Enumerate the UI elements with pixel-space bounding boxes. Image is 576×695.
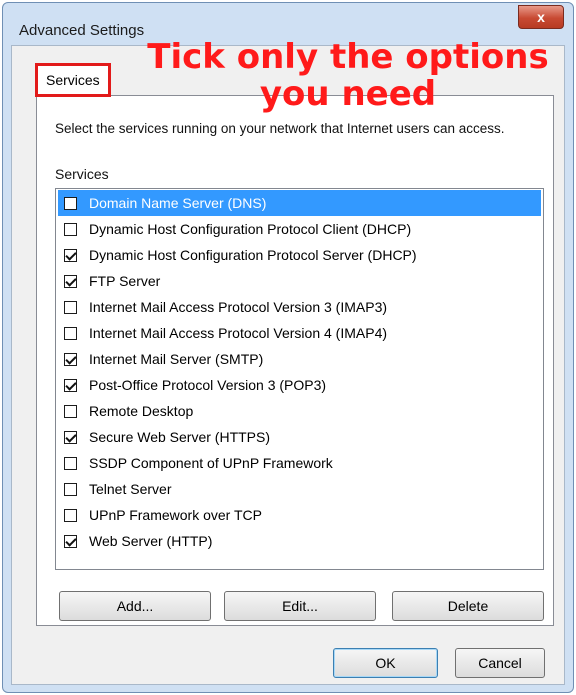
service-label: Internet Mail Server (SMTP)	[89, 351, 264, 367]
title-bar[interactable]: Advanced Settings x	[3, 3, 573, 43]
service-row[interactable]: Remote Desktop	[58, 398, 541, 424]
checked-checkbox[interactable]	[64, 352, 77, 366]
service-row[interactable]: Internet Mail Server (SMTP)	[58, 346, 541, 372]
service-row[interactable]: FTP Server	[58, 268, 541, 294]
service-label: Web Server (HTTP)	[89, 533, 213, 549]
service-label: Secure Web Server (HTTPS)	[89, 429, 271, 445]
close-button[interactable]: x	[518, 5, 564, 29]
service-row[interactable]: UPnP Framework over TCP	[58, 502, 541, 528]
service-row[interactable]: Telnet Server	[58, 476, 541, 502]
checked-checkbox[interactable]	[64, 274, 77, 288]
unchecked-checkbox[interactable]	[64, 300, 77, 314]
service-label: Internet Mail Access Protocol Version 4 …	[89, 325, 388, 341]
service-label: FTP Server	[89, 273, 161, 289]
service-row[interactable]: Secure Web Server (HTTPS)	[58, 424, 541, 450]
checked-checkbox[interactable]	[64, 378, 77, 392]
service-label: Domain Name Server (DNS)	[89, 195, 267, 211]
tab-services[interactable]: Services	[35, 63, 111, 97]
service-label: Dynamic Host Configuration Protocol Serv…	[89, 247, 417, 263]
service-row[interactable]: Internet Mail Access Protocol Version 3 …	[58, 294, 541, 320]
service-label: SSDP Component of UPnP Framework	[89, 455, 333, 471]
service-label: Remote Desktop	[89, 403, 194, 419]
service-row[interactable]: Internet Mail Access Protocol Version 4 …	[58, 320, 541, 346]
service-label: Telnet Server	[89, 481, 172, 497]
checked-checkbox[interactable]	[64, 430, 77, 444]
dialog-title: Advanced Settings	[19, 22, 145, 39]
service-label: Dynamic Host Configuration Protocol Clie…	[89, 221, 412, 237]
unchecked-checkbox[interactable]	[64, 222, 77, 236]
close-icon: x	[537, 9, 545, 25]
unchecked-checkbox[interactable]	[64, 482, 77, 496]
service-row[interactable]: Web Server (HTTP)	[58, 528, 541, 554]
unchecked-checkbox[interactable]	[64, 508, 77, 522]
cancel-button[interactable]: Cancel	[455, 648, 545, 678]
service-row[interactable]: Dynamic Host Configuration Protocol Serv…	[58, 242, 541, 268]
unchecked-checkbox[interactable]	[64, 326, 77, 340]
unchecked-checkbox[interactable]	[64, 456, 77, 470]
service-label: Post-Office Protocol Version 3 (POP3)	[89, 377, 327, 393]
service-row[interactable]: Dynamic Host Configuration Protocol Clie…	[58, 216, 541, 242]
tab-services-label: Services	[46, 72, 100, 88]
service-row[interactable]: Domain Name Server (DNS)	[58, 190, 541, 216]
checked-checkbox[interactable]	[64, 248, 77, 262]
services-list-label: Services	[55, 166, 109, 182]
service-label: UPnP Framework over TCP	[89, 507, 262, 523]
unchecked-checkbox[interactable]	[64, 404, 77, 418]
delete-button[interactable]: Delete	[392, 591, 544, 621]
service-label: Internet Mail Access Protocol Version 3 …	[89, 299, 388, 315]
edit-button[interactable]: Edit...	[224, 591, 376, 621]
services-description: Select the services running on your netw…	[55, 121, 505, 136]
unchecked-checkbox[interactable]	[64, 196, 77, 210]
add-button[interactable]: Add...	[59, 591, 211, 621]
service-row[interactable]: Post-Office Protocol Version 3 (POP3)	[58, 372, 541, 398]
checked-checkbox[interactable]	[64, 534, 77, 548]
services-listbox[interactable]: Domain Name Server (DNS) Dynamic Host Con…	[55, 188, 544, 570]
ok-button[interactable]: OK	[333, 648, 438, 678]
service-row[interactable]: SSDP Component of UPnP Framework	[58, 450, 541, 476]
